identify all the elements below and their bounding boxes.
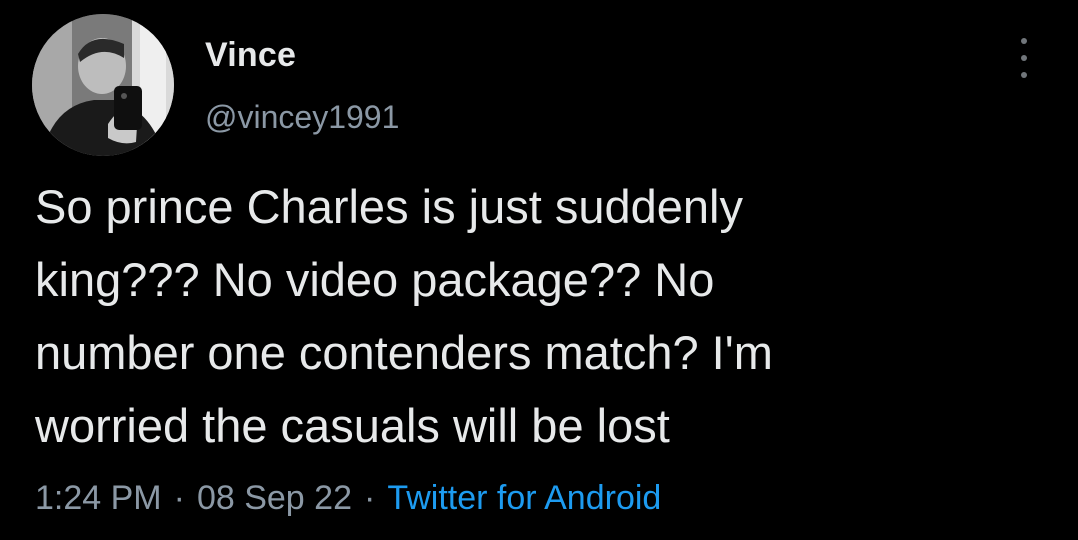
tweet-text: So prince Charles is just suddenly king?…	[35, 180, 773, 452]
avatar[interactable]	[32, 14, 174, 156]
meta-separator: ·	[363, 479, 376, 517]
tweet-time[interactable]: 1:24 PM	[35, 479, 162, 517]
meta-separator: ·	[173, 479, 185, 517]
user-handle[interactable]: @vincey1991	[205, 99, 399, 136]
tweet-card: Vince @vincey1991 So prince Charles is j…	[0, 0, 1078, 540]
more-options-icon[interactable]	[1012, 38, 1036, 78]
more-dot	[1021, 55, 1027, 61]
tweet-date[interactable]: 08 Sep 22	[197, 479, 352, 517]
tweet-meta: 1:24 PM · 08 Sep 22 · Twitter for Android	[35, 479, 661, 518]
tweet-source-link[interactable]: Twitter for Android	[387, 479, 661, 517]
avatar-photo-icon	[32, 14, 174, 156]
more-dot	[1021, 72, 1027, 78]
display-name[interactable]: Vince	[205, 36, 296, 75]
more-dot	[1021, 38, 1027, 44]
